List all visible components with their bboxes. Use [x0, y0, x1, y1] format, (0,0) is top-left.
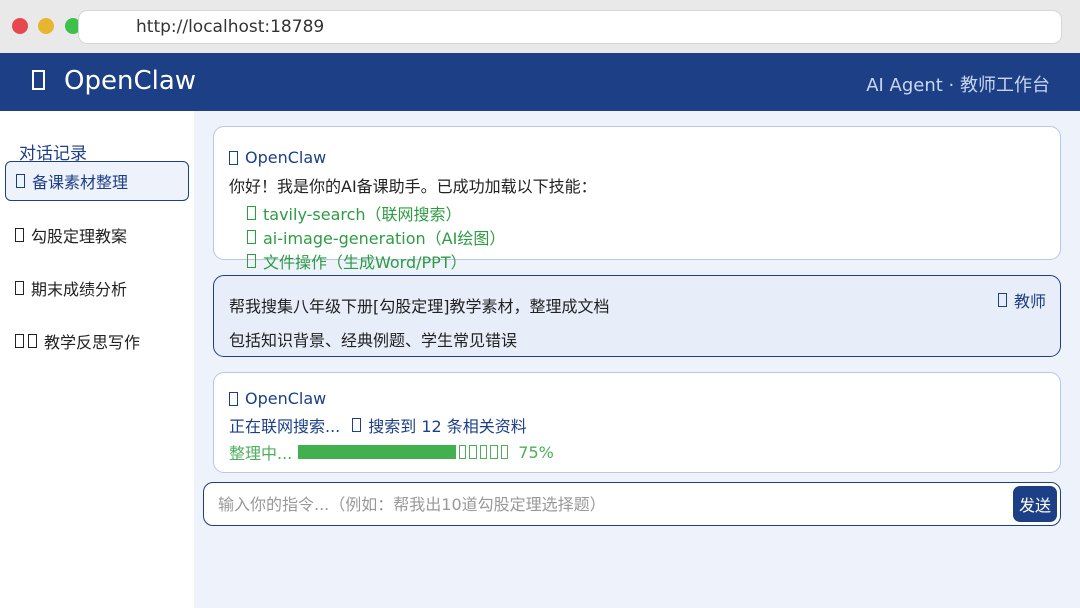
close-window-button[interactable]	[12, 18, 28, 34]
conversation-sidebar: 对话记录 备课素材整理 勾股定理教案 期末成绩分析 教学反思写作	[0, 111, 194, 608]
message-sender: OpenClaw	[229, 148, 326, 167]
url-text: http://localhost:18789	[136, 17, 325, 37]
composer: 发送	[203, 482, 1061, 526]
sidebar-item-teaching-reflection[interactable]: 教学反思写作	[5, 321, 189, 361]
sidebar-item-label: 期末成绩分析	[31, 280, 128, 299]
check-icon	[247, 230, 256, 244]
sidebar-item-lesson-materials[interactable]: 备课素材整理	[5, 161, 189, 201]
skill-item: 文件操作（生成Word/PPT）	[247, 249, 467, 273]
minimize-window-button[interactable]	[38, 18, 54, 34]
logo-icon	[32, 70, 45, 90]
sidebar-item-label: 备课素材整理	[32, 173, 129, 192]
sidebar-item-label: 勾股定理教案	[31, 227, 128, 246]
send-button[interactable]: 发送	[1013, 486, 1057, 522]
address-bar[interactable]: http://localhost:18789	[78, 10, 1062, 44]
skill-label: 文件操作（生成Word/PPT）	[263, 253, 467, 272]
sender-name: OpenClaw	[245, 148, 327, 167]
sidebar-item-pythagorean-plan[interactable]: 勾股定理教案	[5, 215, 189, 255]
progress-status: 整理中... 75%	[229, 440, 554, 464]
user-message: 帮我搜集八年级下册[勾股定理]教学素材，整理成文档 包括知识背景、经典例题、学生…	[213, 275, 1061, 357]
check-icon	[247, 254, 256, 268]
assistant-message-status: OpenClaw 正在联网搜索... 搜索到 12 条相关资料 整理中... 7…	[213, 372, 1061, 473]
message-sender: OpenClaw	[229, 389, 326, 408]
check-icon	[247, 206, 256, 220]
progress-bar-remaining	[456, 445, 509, 459]
search-done-icon	[352, 418, 362, 432]
robot-icon	[229, 391, 238, 406]
folder-icon	[16, 174, 25, 188]
teacher-icon	[997, 293, 1007, 307]
command-input[interactable]	[218, 489, 998, 519]
assistant-message-greeting: OpenClaw 你好！我是你的AI备课助手。已成功加载以下技能： tavily…	[213, 126, 1061, 272]
sidebar-item-grade-analysis[interactable]: 期末成绩分析	[5, 268, 189, 308]
user-message-line: 包括知识背景、经典例题、学生常见错误	[229, 331, 518, 350]
skill-item: tavily-search（联网搜索）	[247, 201, 462, 225]
sender-name: 教师	[1013, 292, 1046, 311]
app-header: OpenClaw AI Agent · 教师工作台	[0, 53, 1080, 111]
user-message-line: 帮我搜集八年级下册[勾股定理]教学素材，整理成文档	[229, 297, 610, 316]
message-text: 你好！我是你的AI备课助手。已成功加载以下技能：	[229, 177, 597, 196]
pen-icon	[15, 334, 24, 348]
progress-bar	[298, 445, 509, 459]
skill-label: ai-image-generation（AI绘图）	[263, 229, 506, 248]
browser-toolbar: http://localhost:18789	[0, 0, 1080, 53]
sender-name: OpenClaw	[245, 389, 327, 408]
organizing-text: 整理中...	[229, 444, 293, 463]
app-title: OpenClaw	[64, 66, 197, 96]
document-icon	[15, 228, 24, 242]
search-status: 正在联网搜索... 搜索到 12 条相关资料	[229, 413, 527, 437]
progress-bar-fill	[298, 445, 456, 459]
skill-label: tavily-search（联网搜索）	[263, 205, 462, 224]
app-subtitle: AI Agent · 教师工作台	[866, 75, 1050, 96]
searching-text: 正在联网搜索...	[229, 417, 341, 436]
pen-icon-extra	[28, 334, 37, 348]
sender-tag: 教师	[997, 288, 1046, 312]
chart-icon	[15, 281, 24, 295]
found-text: 搜索到 12 条相关资料	[368, 417, 527, 436]
robot-icon	[229, 150, 238, 165]
progress-percent: 75%	[518, 442, 554, 462]
skill-item: ai-image-generation（AI绘图）	[247, 225, 505, 249]
sidebar-item-label: 教学反思写作	[44, 333, 141, 352]
